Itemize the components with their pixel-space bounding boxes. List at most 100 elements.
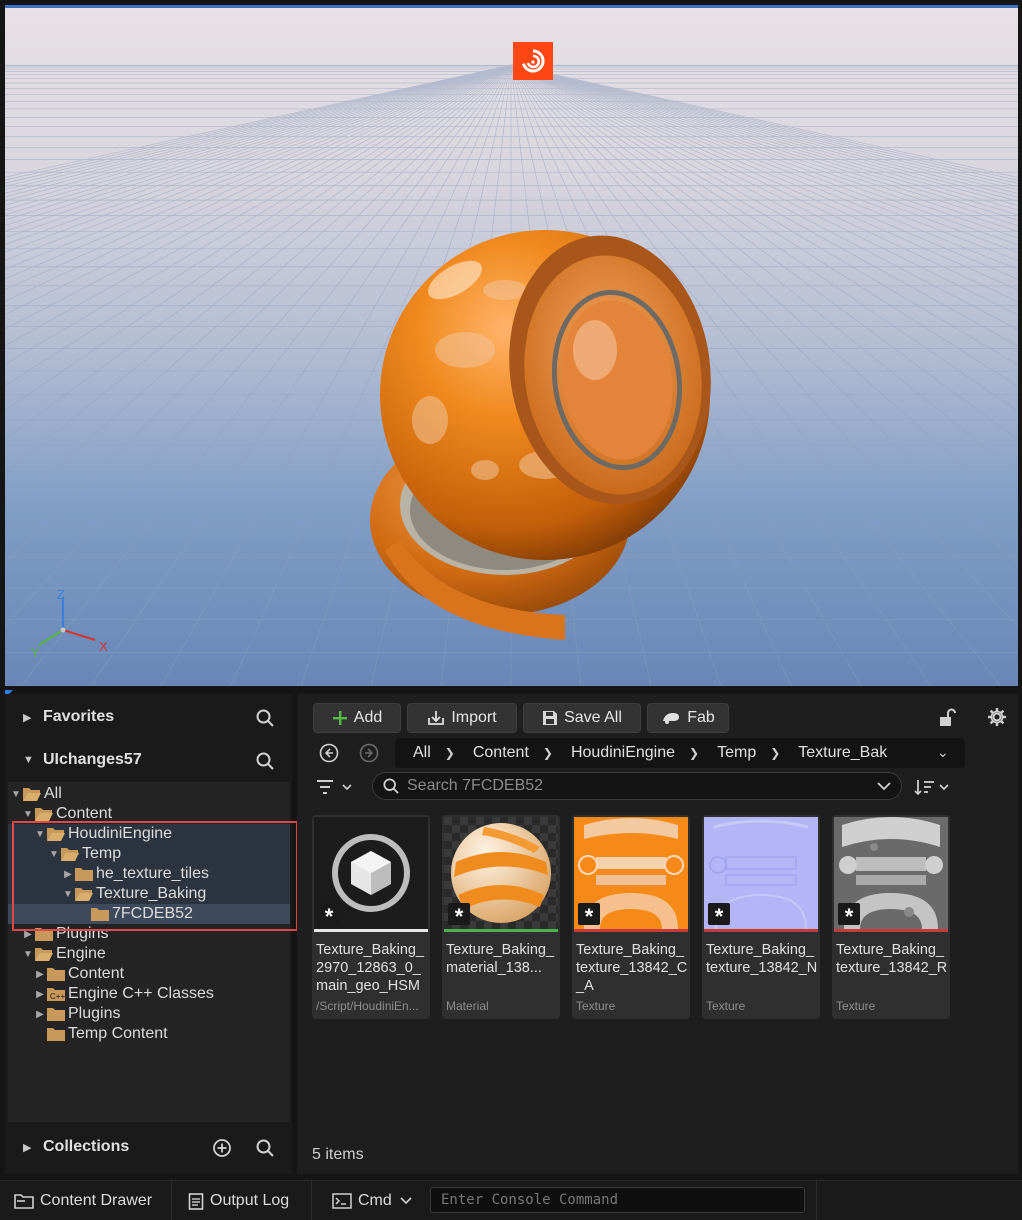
chevron-right-icon[interactable]: ▶ — [34, 969, 46, 980]
axis-y-label: Y — [31, 645, 40, 660]
breadcrumb-item[interactable]: Texture_Bak — [798, 744, 887, 762]
output-log-button[interactable]: Output Log — [174, 1181, 312, 1220]
breadcrumb-item[interactable]: HoudiniEngine — [571, 744, 675, 762]
axis-z-label: Z — [57, 587, 65, 602]
add-collection-icon[interactable] — [212, 1138, 232, 1158]
tree-item-temp-content[interactable]: Temp Content — [8, 1024, 290, 1044]
project-header[interactable]: ▼ UIchanges57 — [5, 740, 292, 780]
chevron-down-icon: ▼ — [23, 754, 34, 766]
favorites-label: Favorites — [43, 708, 115, 725]
item-count: 5 items — [312, 1146, 364, 1163]
asset-type: Texture — [576, 999, 616, 1013]
tree-item-engine-plugins[interactable]: ▶ Plugins — [8, 1004, 290, 1024]
chevron-right-icon[interactable]: ▶ — [34, 989, 46, 1000]
search-dropdown-chevron-icon[interactable] — [877, 781, 891, 791]
collections-header[interactable]: ▶ Collections — [5, 1127, 292, 1167]
asset-name: Texture_Baking_material_138... — [446, 942, 555, 976]
add-button[interactable]: Add — [313, 703, 401, 733]
chevron-right-icon[interactable]: ▶ — [34, 1009, 46, 1020]
folder-open-icon — [23, 788, 41, 801]
cmd-dropdown[interactable]: Cmd — [328, 1181, 420, 1220]
asset-type-color-bar — [704, 929, 818, 932]
sort-icon[interactable] — [914, 778, 954, 796]
unsaved-asterisk-icon: * — [578, 903, 600, 929]
houdini-logo-icon — [513, 42, 553, 80]
chevron-down-icon[interactable]: ▼ — [22, 809, 34, 820]
output-log-icon — [188, 1192, 204, 1210]
filter-icon[interactable] — [315, 778, 355, 796]
breadcrumb-item[interactable]: All — [413, 744, 431, 762]
tree-item-label: Engine C++ Classes — [68, 985, 214, 1002]
asset-tile-material[interactable]: * Texture_Baking_material_138... Material — [442, 815, 560, 1019]
import-button[interactable]: Import — [407, 703, 517, 733]
level-viewport[interactable]: Z X Y — [5, 5, 1018, 686]
folder-open-icon — [35, 808, 53, 821]
asset-tile-texture-n[interactable]: * Texture_Baking_texture_13842_N Texture — [702, 815, 820, 1019]
axis-gizmo: Z X Y — [31, 587, 108, 660]
import-icon — [427, 710, 445, 726]
unsaved-asterisk-icon: * — [708, 903, 730, 929]
asset-tile-texture-ca[interactable]: * Texture_Baking_texture_13842_C_A Texture — [572, 815, 690, 1019]
status-divider — [816, 1181, 817, 1220]
tree-item-label: Content — [68, 965, 125, 982]
search-placeholder: Search 7FCDEB52 — [407, 777, 544, 794]
chevron-down-icon[interactable]: ▼ — [22, 949, 34, 960]
status-bar: Content Drawer Output Log Cmd Enter Cons… — [0, 1180, 1022, 1220]
cpp-folder-icon: C++ — [47, 988, 65, 1001]
tree-item-engine-content[interactable]: ▶ Content — [8, 964, 290, 984]
breadcrumb-separator-icon[interactable]: ❯ — [543, 746, 553, 760]
collections-label: Collections — [43, 1138, 130, 1155]
chevron-down-icon — [400, 1197, 412, 1205]
lock-icon[interactable] — [939, 708, 957, 728]
tree-item-engine-cpp-classes[interactable]: ▶ C++ Engine C++ Classes — [8, 984, 290, 1004]
add-label: Add — [353, 709, 383, 726]
asset-tile-houdini-asset[interactable]: * Texture_Baking_2970_12863_0_main_geo_HS… — [312, 815, 430, 1019]
asset-name: Texture_Baking_texture_13842_N — [706, 942, 818, 976]
chevron-down-icon[interactable]: ▼ — [10, 789, 22, 800]
chevron-right-icon: ▶ — [23, 1141, 32, 1154]
asset-tile-texture-r[interactable]: * Texture_Baking_texture_13842_R Texture — [832, 815, 950, 1019]
console-command-input[interactable]: Enter Console Command — [430, 1187, 805, 1213]
tree-item-label: Engine — [56, 945, 106, 962]
asset-name: Texture_Baking_texture_13842_C_A — [576, 942, 688, 994]
forward-arrow-icon[interactable] — [359, 743, 379, 763]
breadcrumb-separator-icon[interactable]: ❯ — [770, 746, 780, 760]
cmd-label: Cmd — [358, 1192, 392, 1209]
project-label: UIchanges57 — [43, 751, 142, 768]
asset-type: Texture — [836, 999, 876, 1013]
breadcrumb-separator-icon[interactable]: ❯ — [445, 746, 455, 760]
content-drawer-icon — [14, 1192, 34, 1210]
import-label: Import — [451, 709, 497, 726]
breadcrumb-item[interactable]: Content — [473, 744, 529, 762]
tree-item-all[interactable]: ▼ All — [8, 784, 290, 804]
asset-name: Texture_Baking_texture_13842_R — [836, 942, 948, 976]
favorites-header[interactable]: ▶ Favorites — [5, 697, 292, 737]
svg-text:C++: C++ — [50, 992, 65, 1001]
tree-item-engine[interactable]: ▼ Engine — [8, 944, 290, 964]
tree-item-label: All — [44, 785, 62, 802]
content-drawer-button[interactable]: Content Drawer — [0, 1181, 172, 1220]
asset-type-color-bar — [574, 929, 688, 932]
save-all-button[interactable]: Save All — [523, 703, 641, 733]
output-log-label: Output Log — [210, 1192, 290, 1209]
breadcrumb: All ❯ Content ❯ HoudiniEngine ❯ Temp ❯ Texture_B… — [395, 738, 965, 768]
breadcrumb-dropdown-chevron-icon[interactable]: ⌄ — [937, 744, 949, 761]
back-arrow-icon[interactable] — [319, 743, 339, 763]
search-icon[interactable] — [256, 752, 274, 770]
chevron-right-icon: ▶ — [23, 711, 32, 724]
breadcrumb-item[interactable]: Temp — [717, 744, 756, 762]
breadcrumb-separator-icon[interactable]: ❯ — [689, 746, 699, 760]
search-icon[interactable] — [256, 1139, 274, 1157]
asset-type-color-bar — [444, 929, 558, 932]
settings-gear-icon[interactable] — [987, 707, 1007, 727]
fab-button[interactable]: Fab — [647, 703, 729, 733]
tree-item-label: Temp Content — [68, 1025, 168, 1042]
folder-open-icon — [35, 948, 53, 961]
search-input[interactable]: Search 7FCDEB52 — [372, 772, 902, 800]
content-drawer-label: Content Drawer — [40, 1192, 153, 1209]
search-icon[interactable] — [256, 709, 274, 727]
tree-item-label: Plugins — [68, 1005, 121, 1022]
fab-label: Fab — [687, 709, 715, 726]
asset-type-color-bar — [834, 929, 948, 932]
axis-x-label: X — [99, 639, 108, 654]
